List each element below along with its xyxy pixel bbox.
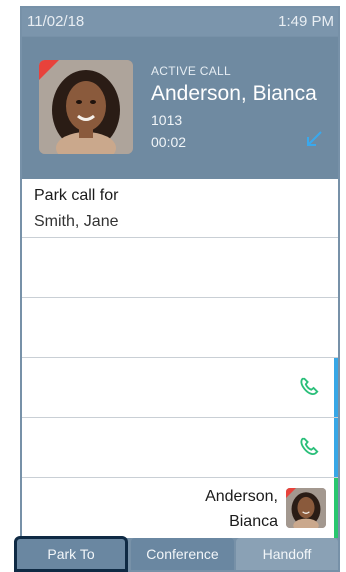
contact-name-line2: Bianca [229,513,278,530]
call-duration: 00:02 [151,134,187,150]
park-title: Park call for [34,187,119,204]
row-accent [334,358,338,417]
park-list: Park call for Smith, Jane Anderson, Bian… [22,179,338,538]
park-to-button[interactable]: Park To [14,536,128,572]
list-item-contact[interactable]: Anderson, Bianca [22,478,338,538]
call-state-label: ACTIVE CALL [151,64,231,78]
contact-name-line1: Anderson, [205,488,278,505]
phone-icon[interactable] [298,376,320,398]
status-time: 1:49 PM [278,13,334,30]
caller-extension: 1013 [151,112,183,128]
park-target: Smith, Jane [34,213,119,230]
caller-name: Anderson, Bianca [151,82,317,105]
presence-indicator [286,488,296,498]
softkey-bar: Park To Conference Handoff [14,536,338,572]
list-item-empty[interactable] [22,298,338,358]
handoff-button[interactable]: Handoff [236,538,338,570]
presence-indicator [39,60,59,80]
phone-icon[interactable] [298,436,320,458]
contact-avatar [286,488,326,528]
caller-avatar [39,60,133,154]
list-item-call[interactable] [22,418,338,478]
active-call-card[interactable]: ACTIVE CALL Anderson, Bianca 1013 00:02 [22,37,338,179]
conference-button[interactable]: Conference [131,538,234,570]
list-item-call[interactable] [22,358,338,418]
row-accent [334,478,338,538]
list-item-empty[interactable] [22,238,338,298]
incoming-call-icon [307,131,322,146]
contact-name: Anderson, Bianca [205,484,278,534]
row-accent [334,418,338,477]
status-bar: 11/02/18 1:49 PM [22,8,338,36]
park-header-row: Park call for Smith, Jane [22,179,338,238]
status-date: 11/02/18 [27,13,85,30]
